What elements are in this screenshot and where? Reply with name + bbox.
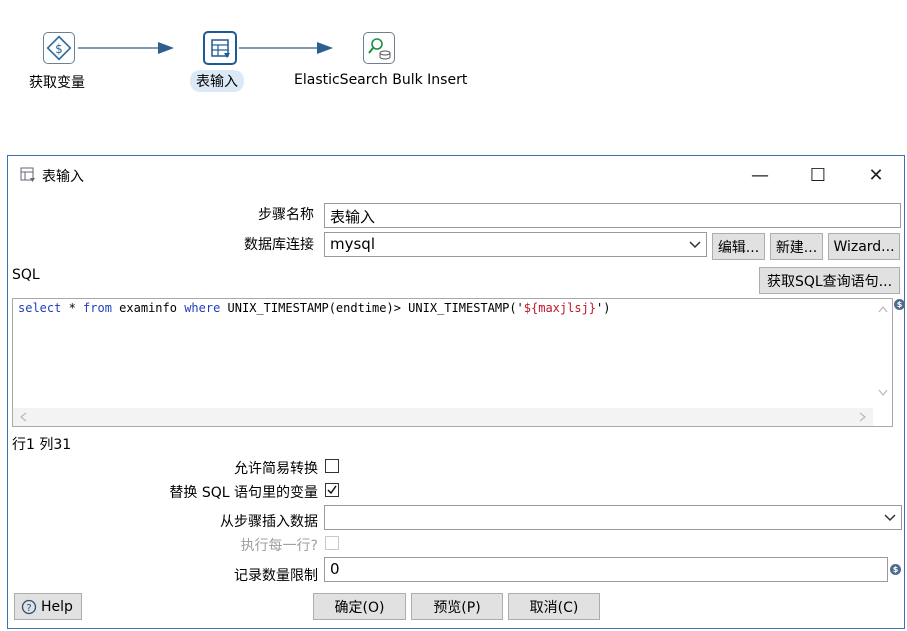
svg-text:?: ? — [26, 603, 31, 614]
lazy-conversion-label: 允许简易转换 — [234, 461, 318, 477]
replace-variables-label: 替换 SQL 语句里的变量 — [169, 485, 318, 501]
cursor-position: 行1 列31 — [12, 437, 72, 453]
minimize-button[interactable]: — — [737, 156, 783, 194]
elasticsearch-icon — [368, 38, 391, 60]
sql-token: from — [83, 301, 112, 315]
execute-each-row-checkbox — [325, 536, 339, 550]
close-button[interactable]: ✕ — [853, 156, 899, 194]
checkmark-icon — [327, 485, 337, 495]
step-name-label: 步骤名称 — [258, 207, 314, 223]
sql-token: * — [61, 301, 84, 315]
sql-code-text: select * from examinfo where UNIX_TIMEST… — [18, 301, 610, 315]
dollar-diamond-icon: $ — [46, 35, 72, 61]
step-label-elasticsearch-bulk-insert: ElasticSearch Bulk Insert — [294, 72, 468, 88]
new-connection-button[interactable]: 新建... — [770, 233, 823, 260]
sql-token: ') — [596, 301, 611, 315]
lazy-conversion-checkbox[interactable] — [325, 459, 339, 473]
variable-dollar-icon: $ — [894, 299, 905, 310]
step-get-variables[interactable]: $ — [43, 32, 75, 64]
get-sql-button[interactable]: 获取SQL查询语句... — [759, 267, 900, 294]
sql-label: SQL — [12, 267, 40, 283]
scroll-right-icon[interactable] — [859, 412, 867, 422]
cancel-button[interactable]: 取消(C) — [508, 593, 600, 620]
execute-each-row-label: 执行每一行? — [240, 538, 318, 554]
maximize-button[interactable]: ☐ — [795, 156, 841, 194]
help-icon: ? — [21, 599, 37, 614]
limit-input[interactable]: 0 — [324, 557, 888, 582]
scroll-left-icon[interactable] — [19, 412, 27, 422]
table-input-icon — [20, 167, 35, 182]
scroll-down-icon[interactable] — [878, 389, 888, 397]
svg-text:$: $ — [55, 42, 63, 56]
sql-token: UNIX_TIMESTAMP(endtime)> UNIX_TIMESTAMP(… — [220, 301, 524, 315]
horizontal-scrollbar[interactable] — [13, 408, 873, 426]
table-input-icon — [211, 39, 230, 58]
step-table-input[interactable] — [203, 31, 237, 65]
chevron-down-icon — [884, 514, 896, 522]
sql-token: where — [184, 301, 221, 315]
limit-label: 记录数量限制 — [234, 568, 318, 584]
connection-label: 数据库连接 — [244, 237, 314, 253]
wizard-button[interactable]: Wizard... — [828, 233, 900, 260]
edit-connection-button[interactable]: 编辑... — [712, 233, 765, 260]
sql-token: ${maxjlsj} — [523, 301, 597, 315]
insert-from-step-label: 从步骤插入数据 — [220, 514, 318, 530]
step-elasticsearch-bulk-insert[interactable] — [363, 32, 395, 64]
table-input-dialog: 表输入 — ☐ ✕ 步骤名称 表输入 数据库连接 mysql 编辑... 新建.… — [7, 155, 905, 629]
step-label-table-input: 表输入 — [190, 70, 244, 92]
sql-editor[interactable]: select * from examinfo where UNIX_TIMEST… — [12, 298, 893, 427]
step-name-input[interactable]: 表输入 — [324, 203, 901, 228]
replace-variables-checkbox[interactable] — [325, 483, 339, 497]
sql-token: examinfo — [111, 301, 185, 315]
transformation-canvas[interactable]: $ 获取变量 表输入 ElasticSearch Bulk Insert — [0, 0, 907, 150]
chevron-down-icon — [689, 241, 701, 249]
variable-dollar-icon: $ — [890, 564, 901, 575]
help-label: Help — [41, 598, 73, 615]
connection-value: mysql — [330, 235, 375, 253]
dialog-title: 表输入 — [42, 169, 84, 185]
insert-from-step-select[interactable] — [324, 505, 902, 530]
dialog-titlebar[interactable]: 表输入 — ☐ ✕ — [8, 156, 904, 194]
ok-button[interactable]: 确定(O) — [313, 593, 406, 620]
connection-select[interactable]: mysql — [324, 232, 707, 257]
sql-token: select — [18, 301, 62, 315]
step-label-get-variables: 获取变量 — [29, 75, 85, 91]
scroll-up-icon[interactable] — [878, 305, 888, 313]
help-button[interactable]: ? Help — [14, 593, 82, 620]
preview-button[interactable]: 预览(P) — [411, 593, 503, 620]
